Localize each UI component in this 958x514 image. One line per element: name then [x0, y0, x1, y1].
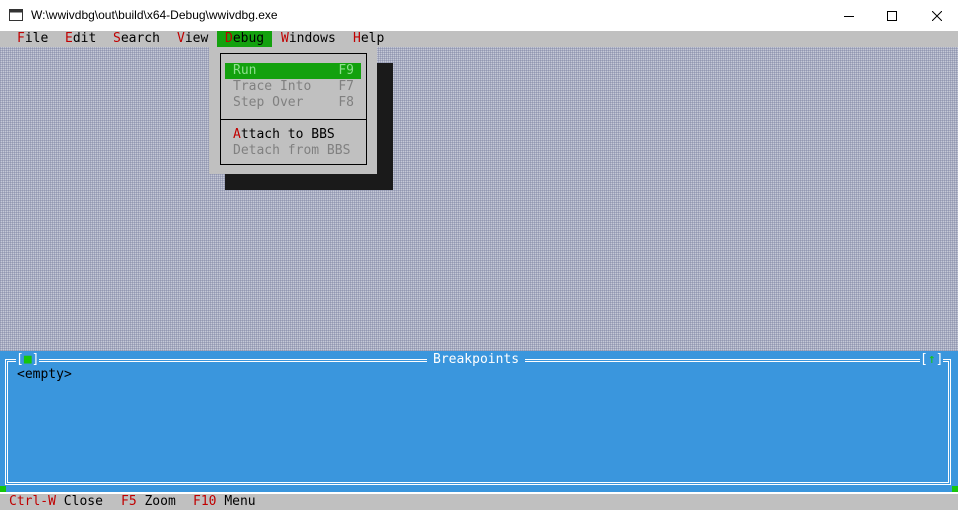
zoom-arrow-icon: ↑ [927, 352, 936, 367]
desktop-background [0, 47, 958, 351]
menu-item-step-over[interactable]: Step Over F8 [225, 95, 361, 111]
debug-dropdown-menu: Run F9 Trace Into F7 Step Over F8 Attach… [209, 47, 377, 174]
status-menu[interactable]: F10 Menu [193, 494, 256, 510]
window-titlebar: W:\wwivdbg\out\build\x64-Debug\wwivdbg.e… [0, 0, 958, 31]
status-bar: Ctrl-W Close F5 Zoom F10 Menu [0, 494, 958, 510]
menu-item-trace-into[interactable]: Trace Into F7 [225, 79, 361, 95]
menu-view[interactable]: View [177, 31, 208, 47]
menu-item-attach-to-bbs[interactable]: Attach to BBS [225, 127, 361, 143]
close-icon [932, 10, 942, 21]
menu-help[interactable]: Help [353, 31, 384, 47]
breakpoints-title: Breakpoints [427, 352, 526, 368]
menu-item-detach-from-bbs[interactable]: Detach from BBS [225, 143, 361, 159]
menu-search[interactable]: Search [113, 31, 160, 47]
window-title: W:\wwivdbg\out\build\x64-Debug\wwivdbg.e… [31, 8, 278, 22]
console-area: File Edit Search View Debug Windows Help… [0, 31, 958, 514]
breakpoints-window: [■] Breakpoints [↑] <empty> [0, 351, 958, 492]
minimize-icon [844, 15, 854, 17]
resize-corner-left [0, 486, 6, 492]
menu-debug[interactable]: Debug [217, 31, 273, 47]
maximize-button[interactable] [869, 0, 915, 31]
breakpoints-empty-text: <empty> [17, 367, 72, 382]
resize-corner-right[interactable] [952, 486, 958, 492]
menu-item-run[interactable]: Run F9 [225, 63, 361, 79]
close-box-icon: ■ [23, 352, 32, 367]
menu-file[interactable]: File [17, 31, 48, 47]
maximize-icon [887, 10, 897, 21]
breakpoints-frame [5, 359, 951, 485]
status-close[interactable]: Ctrl-W Close [9, 494, 103, 510]
menu-bar: File Edit Search View Debug Windows Help [0, 31, 958, 47]
menu-separator [221, 119, 366, 120]
close-button[interactable] [914, 0, 958, 31]
menu-edit[interactable]: Edit [65, 31, 96, 47]
status-zoom[interactable]: F5 Zoom [121, 494, 176, 510]
window-close-box[interactable]: [■] [16, 352, 40, 368]
minimize-button[interactable] [826, 0, 872, 31]
menu-windows[interactable]: Windows [281, 31, 336, 47]
console-app-icon [9, 9, 23, 21]
window-zoom-box[interactable]: [↑] [920, 352, 944, 368]
